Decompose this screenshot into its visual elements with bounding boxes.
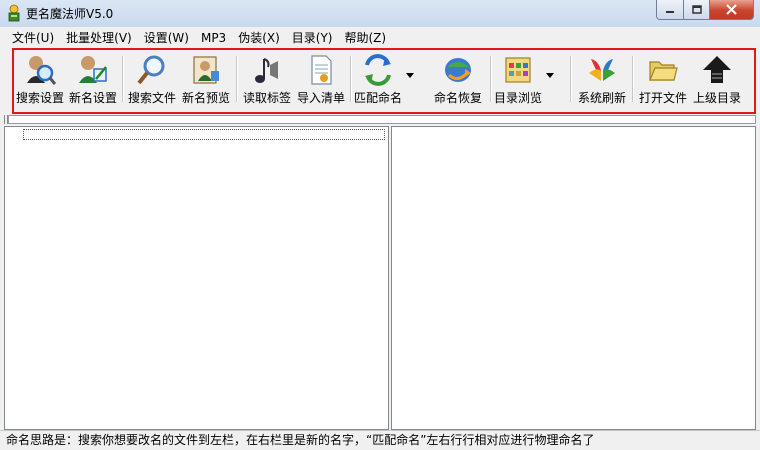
search-settings-label: 搜索设置	[15, 91, 64, 105]
title-bar: 更名魔法师V5.0	[0, 0, 760, 28]
read-tags-button[interactable]: 读取标签	[240, 50, 294, 108]
close-icon	[726, 4, 737, 15]
system-refresh-button[interactable]: 系统刷新	[574, 50, 630, 108]
preview-icon	[193, 56, 219, 84]
preview-names-button[interactable]: 新名预览	[178, 50, 234, 108]
open-file-label: 打开文件	[638, 91, 687, 105]
document-list-icon	[311, 55, 332, 85]
menu-disguise[interactable]: 伪装(X)	[232, 29, 286, 46]
minimize-icon	[666, 10, 674, 13]
window-title: 更名魔法师V5.0	[26, 7, 114, 21]
folder-open-icon	[649, 61, 678, 81]
rename-settings-label: 新名设置	[68, 91, 117, 105]
window-controls	[656, 0, 754, 20]
path-bar[interactable]	[8, 115, 756, 124]
rename-settings-icon	[79, 56, 107, 83]
folder-grid-icon	[505, 57, 531, 83]
toolbar-separator	[236, 56, 238, 102]
import-list-label: 导入清单	[296, 91, 345, 105]
search-settings-button[interactable]: 搜索设置	[14, 50, 66, 108]
match-rename-button[interactable]: 匹配命名	[354, 50, 424, 108]
toolbar-separator	[632, 56, 634, 102]
parent-dir-button[interactable]: 上级目录	[690, 50, 744, 108]
new-name-list[interactable]	[391, 126, 756, 430]
close-button[interactable]	[710, 0, 754, 20]
source-file-list[interactable]	[4, 126, 389, 430]
browse-dirs-label: 目录浏览	[494, 91, 543, 105]
refresh-arrows-icon	[365, 54, 391, 86]
magnifier-icon	[137, 55, 165, 85]
parent-dir-label: 上级目录	[692, 91, 741, 105]
menu-settings[interactable]: 设置(W)	[138, 29, 195, 46]
menu-mp3[interactable]: MP3	[195, 31, 232, 45]
menu-help[interactable]: 帮助(Z)	[339, 29, 393, 46]
maximize-button[interactable]	[684, 0, 710, 20]
rename-settings-button[interactable]: 新名设置	[66, 50, 120, 108]
restore-names-label: 命名恢复	[433, 91, 482, 105]
menu-file[interactable]: 文件(U)	[6, 29, 60, 46]
system-refresh-label: 系统刷新	[577, 91, 626, 105]
menu-batch[interactable]: 批量处理(V)	[60, 29, 138, 46]
arrow-up-icon	[703, 56, 731, 83]
butterfly-icon	[589, 59, 615, 81]
music-note-icon	[255, 58, 278, 83]
search-settings-icon	[27, 56, 57, 85]
main-toolbar: 搜索设置 新名设置 搜索文件 新名预览 读取标签 导入清单 匹配命名 命名恢复 …	[12, 48, 756, 114]
toolbar-separator	[490, 56, 492, 102]
menu-directory[interactable]: 目录(Y)	[286, 29, 339, 46]
preview-names-label: 新名预览	[181, 91, 230, 105]
chevron-down-icon[interactable]	[546, 73, 555, 78]
restore-icon	[445, 58, 471, 82]
maximize-icon	[691, 4, 702, 14]
toolbar-separator	[570, 56, 572, 102]
read-tags-label: 读取标签	[242, 91, 291, 105]
minimize-button[interactable]	[656, 0, 684, 20]
restore-names-button[interactable]: 命名恢复	[428, 50, 488, 108]
browse-dirs-button[interactable]: 目录浏览	[494, 50, 568, 108]
open-file-button[interactable]: 打开文件	[636, 50, 690, 108]
chevron-down-icon[interactable]	[406, 73, 415, 78]
toolbar-separator	[122, 56, 124, 102]
match-rename-label: 匹配命名	[354, 91, 403, 105]
menu-bar: 文件(U) 批量处理(V) 设置(W) MP3 伪装(X) 目录(Y) 帮助(Z…	[0, 27, 760, 48]
toolbar-separator	[350, 56, 352, 102]
status-bar: 命名思路是：搜索你想要改名的文件到左栏，在右栏里是新的名字，“匹配命名”左右行行…	[0, 430, 760, 450]
search-files-label: 搜索文件	[127, 91, 176, 105]
import-list-button[interactable]: 导入清单	[294, 50, 348, 108]
search-files-button[interactable]: 搜索文件	[126, 50, 178, 108]
list-header-focus	[23, 129, 385, 140]
app-icon	[8, 4, 20, 22]
